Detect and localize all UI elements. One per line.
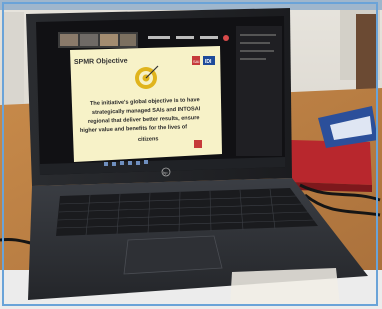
participant-1 (60, 34, 78, 46)
logo-idi-label: IDI (205, 59, 212, 65)
hp-logo-text: hp (163, 170, 168, 175)
acrylic-stand (230, 268, 340, 306)
slide-title: SPMR Objective (74, 58, 128, 66)
slide-line-5: citizens (138, 136, 159, 143)
participant-4 (120, 34, 136, 46)
participant-3 (100, 34, 118, 46)
cabinet-left (2, 12, 24, 107)
chat-panel (236, 26, 282, 156)
top-band (0, 0, 382, 10)
participant-2 (80, 34, 98, 46)
dark-door-right (356, 14, 378, 94)
touchpad (123, 235, 223, 275)
logo-sai-label: SAI (193, 59, 199, 64)
logo-bottom (194, 140, 202, 148)
photo: SPMR Objective SAI IDI The initiative's … (0, 0, 382, 309)
